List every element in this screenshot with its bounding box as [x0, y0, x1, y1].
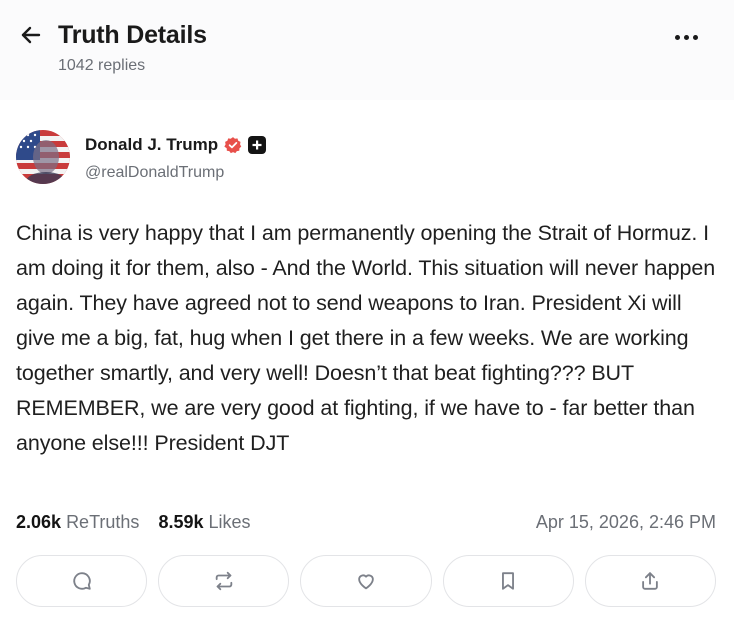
reply-button[interactable] — [16, 555, 148, 607]
action-bar — [16, 555, 717, 607]
page-header: Truth Details 1042 replies — [0, 0, 734, 100]
more-horizontal-icon — [674, 34, 680, 40]
reply-icon — [72, 572, 91, 590]
post-stats: 2.06k ReTruths 8.59k Likes Apr 15, 2026,… — [16, 510, 716, 534]
like-button[interactable] — [300, 555, 432, 607]
reply-count: 1042 replies — [58, 57, 146, 74]
retruth-icon — [215, 571, 233, 591]
heart-icon — [358, 574, 374, 590]
bookmark-icon — [502, 572, 515, 590]
plus-badge-icon — [248, 136, 267, 154]
retruths-label: ReTruths — [66, 512, 140, 532]
back-button[interactable] — [16, 20, 46, 50]
post-timestamp: Apr 15, 2026, 2:46 PM — [535, 512, 716, 532]
author-name[interactable]: Donald J. Trump — [85, 135, 218, 155]
verified-badge-icon — [224, 137, 242, 154]
likes-label: Likes — [208, 512, 251, 532]
retruths-count: 2.06k — [16, 512, 62, 532]
retruth-button[interactable] — [158, 555, 290, 607]
author-handle[interactable]: @realDonaldTrump — [85, 163, 224, 183]
share-button[interactable] — [584, 555, 717, 607]
page-title: Truth Details — [58, 21, 207, 49]
bookmark-button[interactable] — [442, 555, 574, 607]
more-options-button[interactable] — [666, 22, 706, 52]
arrow-left-icon — [21, 26, 41, 44]
avatar[interactable] — [16, 130, 70, 184]
likes-stat[interactable]: 8.59k Likes — [158, 510, 250, 534]
share-icon — [642, 572, 659, 590]
retruths-stat[interactable]: 2.06k ReTruths — [16, 510, 139, 534]
author-name-row[interactable]: Donald J. Trump — [85, 135, 267, 155]
likes-count: 8.59k — [158, 512, 204, 532]
post-text: China is very happy that I am permanentl… — [16, 221, 716, 455]
avatar-image — [16, 130, 70, 184]
